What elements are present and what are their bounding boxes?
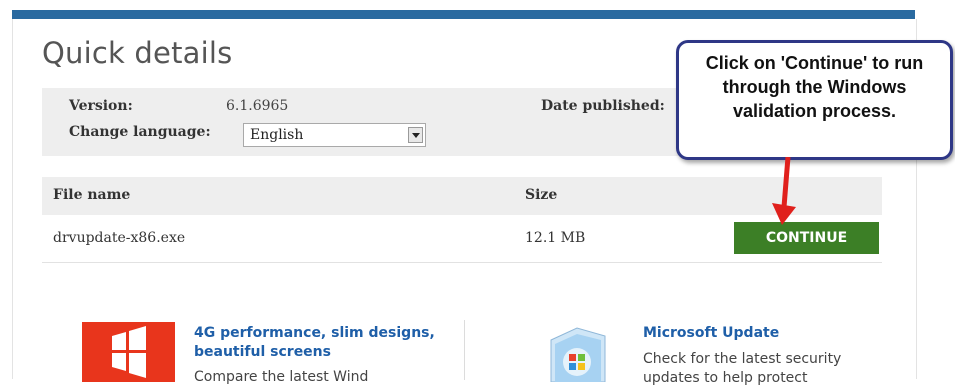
promo-link-microsoft-update[interactable]: Microsoft Update [643,324,779,343]
promo-title-line2: beautiful screens [194,344,331,360]
promo-text-update-line1: Check for the latest security [643,351,842,367]
instruction-callout: Click on 'Continue' to run through the W… [676,40,953,160]
page-title: Quick details [42,36,233,70]
language-select-value: English [250,127,304,143]
promo-link-4g-performance[interactable]: 4G performance, slim designs, beautiful … [194,324,435,362]
column-header-file-name: File name [53,187,131,203]
column-header-size: Size [525,187,558,203]
continue-button[interactable]: CONTINUE [734,222,879,254]
version-label: Version: [69,98,133,114]
red-arrow-icon [772,157,796,225]
chevron-down-icon[interactable] [408,127,423,143]
version-value: 6.1.6965 [226,98,289,114]
promo-divider [464,320,465,380]
date-published-label: Date published: [541,98,665,114]
file-size-cell: 12.1 MB [525,230,586,246]
change-language-label: Change language: [69,124,211,140]
language-select[interactable]: English [243,123,426,147]
promo-text-4g: Compare the latest Wind [194,369,369,385]
file-name-cell: drvupdate-x86.exe [53,230,186,246]
promo-text-update-line2: updates to help protect [643,370,808,386]
file-table-header: File name Size [42,177,882,215]
windows-logo-icon [82,322,175,382]
top-accent-bar [12,10,915,19]
promo-title-line1: 4G performance, slim designs, [194,325,435,341]
